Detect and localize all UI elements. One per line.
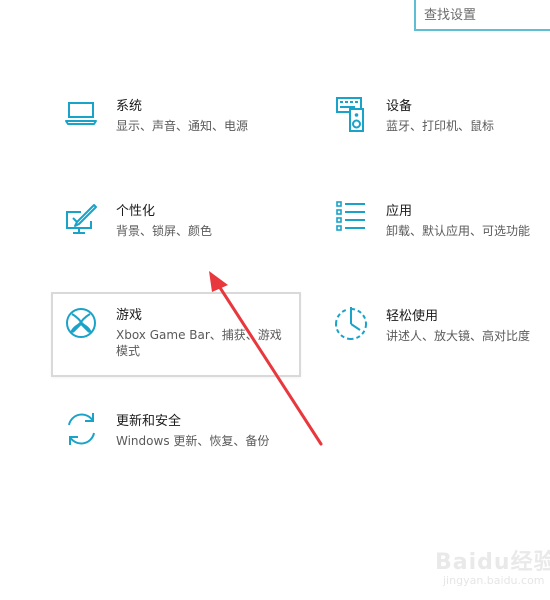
- tile-apps[interactable]: 应用 卸载、默认应用、可选功能: [334, 201, 544, 247]
- sync-arrows-icon: [68, 413, 95, 445]
- tile-devices[interactable]: 设备 蓝牙、打印机、鼠标: [334, 96, 544, 142]
- paintbrush-monitor-icon: [66, 204, 97, 234]
- tile-title: 设备: [386, 99, 413, 114]
- tile-description: 蓝牙、打印机、鼠标: [386, 119, 495, 133]
- ease-of-access-icon: [335, 307, 367, 340]
- watermark-text: Baidu经验: [435, 550, 550, 575]
- tile-ease-of-access[interactable]: 轻松使用 讲述人、放大镜、高对比度: [334, 306, 544, 352]
- tile-update-security[interactable]: 更新和安全 Windows 更新、恢复、备份: [64, 411, 294, 457]
- tile-personalization[interactable]: 个性化 背景、锁屏、颜色: [64, 201, 274, 247]
- laptop-icon: [65, 102, 97, 125]
- tile-description: 显示、声音、通知、电源: [116, 119, 249, 133]
- tile-description: 卸载、默认应用、可选功能: [386, 224, 531, 238]
- tile-description: 背景、锁屏、颜色: [116, 224, 213, 238]
- tile-title: 轻松使用: [386, 309, 439, 324]
- tile-system[interactable]: 系统 显示、声音、通知、电源: [64, 96, 274, 142]
- tile-title: 游戏: [116, 308, 143, 323]
- xbox-icon: [66, 308, 96, 338]
- tile-title: 更新和安全: [116, 414, 182, 429]
- tile-description: 讲述人、放大镜、高对比度: [386, 329, 531, 343]
- tile-description: Windows 更新、恢复、备份: [116, 434, 270, 448]
- keyboard-speaker-icon: [336, 97, 364, 132]
- tile-description: Xbox Game Bar、捕获、游戏模式: [116, 328, 282, 358]
- list-icon: [336, 201, 365, 231]
- search-box[interactable]: [414, 0, 550, 31]
- tile-gaming[interactable]: 游戏 Xbox Game Bar、捕获、游戏模式: [51, 292, 301, 377]
- search-input[interactable]: [424, 5, 544, 25]
- watermark-logo: Baidu经验 jingyan.baidu.com: [425, 526, 550, 596]
- tile-title: 个性化: [116, 204, 156, 219]
- tile-title: 应用: [386, 204, 413, 219]
- tile-title: 系统: [116, 99, 143, 114]
- watermark-url: jingyan.baidu.com: [443, 574, 545, 587]
